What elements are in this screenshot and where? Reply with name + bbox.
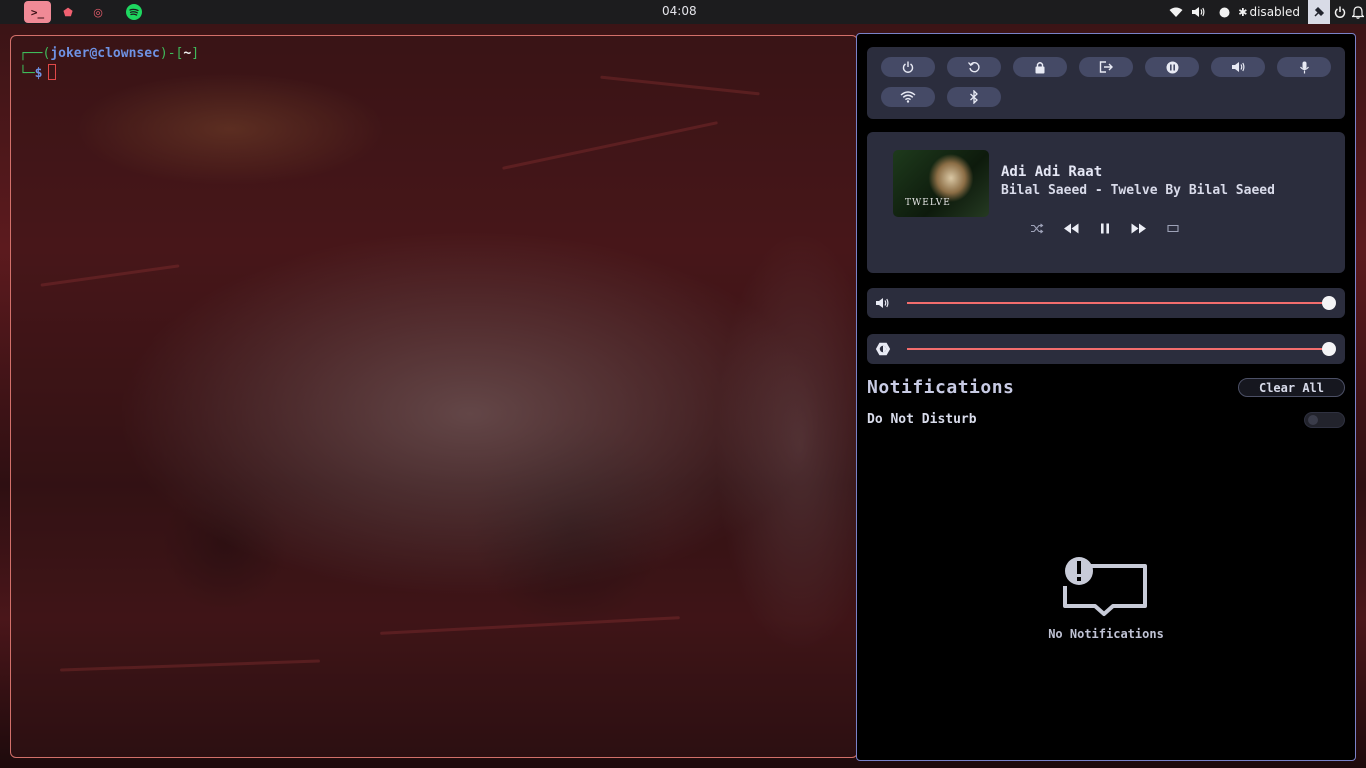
brightness-slider-fill	[907, 348, 1329, 350]
next-button[interactable]	[1129, 220, 1149, 236]
bluetooth-status[interactable]: ✱ disabled	[1238, 5, 1300, 19]
repeat-button[interactable]	[1163, 220, 1183, 236]
terminal-input-line[interactable]: └─$	[19, 64, 57, 81]
pause-icon	[1101, 223, 1109, 233]
reboot-icon	[968, 62, 980, 73]
pause-circle-icon	[1166, 61, 1178, 73]
repeat-icon	[1167, 224, 1179, 232]
logout-button[interactable]	[1079, 57, 1133, 77]
control-center-panel: TWELVE Adi Adi Raat Bilal Saeed - Twelve…	[856, 33, 1356, 761]
volume-slider-card	[867, 288, 1345, 318]
brightness-slider-handle[interactable]	[1322, 342, 1336, 356]
spotify-app-icon[interactable]	[121, 2, 147, 22]
microphone-button[interactable]	[1277, 57, 1331, 77]
do-not-disturb-toggle[interactable]	[1304, 412, 1345, 428]
vivaldi-app-icon[interactable]: ⬟	[55, 2, 81, 22]
song-artist: Bilal Saeed - Twelve By Bilal Saeed	[1001, 183, 1275, 198]
brightness-slider-card	[867, 334, 1345, 364]
terminal-app-icon[interactable]: >_	[24, 1, 51, 23]
top-bar: >_ ⬟ ◎ 04:08 ✱ disabled	[0, 0, 1366, 24]
caffeine-icon[interactable]	[1308, 0, 1330, 24]
red-app-icon[interactable]: ◎	[85, 2, 111, 22]
brightness-slider[interactable]	[907, 342, 1336, 356]
volume-slider-fill	[907, 302, 1329, 304]
volume-icon	[875, 295, 891, 311]
volume-slider-handle[interactable]	[1322, 296, 1336, 310]
notifications-title: Notifications	[867, 377, 1015, 398]
clear-all-button[interactable]: Clear All	[1238, 378, 1345, 397]
prompt-line2: └─	[19, 66, 35, 81]
brightness-icon	[875, 341, 891, 357]
no-notifications-text: No Notifications	[1048, 627, 1164, 641]
volume-icon	[1232, 62, 1245, 72]
terminal-prompt-line: ┌──(joker@clownsec)-[~]	[19, 46, 199, 61]
terminal-cursor	[48, 64, 57, 80]
bluetooth-icon	[970, 90, 978, 104]
previous-icon	[1064, 223, 1079, 233]
media-player: TWELVE Adi Adi Raat Bilal Saeed - Twelve…	[867, 132, 1345, 273]
wifi-icon	[900, 91, 916, 103]
next-icon	[1131, 223, 1146, 233]
clock[interactable]: 04:08	[662, 4, 697, 18]
do-not-disturb-label: Do Not Disturb	[867, 412, 977, 427]
audio-button[interactable]	[1211, 57, 1265, 77]
record-icon[interactable]	[1214, 0, 1234, 24]
logout-icon	[1099, 61, 1113, 73]
power-icon	[902, 61, 914, 73]
suspend-button[interactable]	[1145, 57, 1199, 77]
prompt-user-host: joker@clownsec	[50, 46, 160, 61]
prompt-mid: )-[	[159, 46, 184, 61]
bluetooth-icon: ✱	[1238, 5, 1248, 19]
pause-button[interactable]	[1095, 220, 1115, 236]
terminal-window[interactable]: ┌──(joker@clownsec)-[~] └─$	[10, 35, 858, 758]
microphone-icon	[1299, 61, 1309, 73]
volume-slider[interactable]	[907, 296, 1336, 310]
wifi-icon[interactable]	[1166, 0, 1186, 24]
shuffle-button[interactable]	[1027, 220, 1047, 236]
album-cover-text: TWELVE	[905, 198, 951, 208]
toggle-knob	[1308, 415, 1318, 425]
lock-button[interactable]	[1013, 57, 1067, 77]
lock-icon	[1035, 61, 1045, 73]
notification-bell-icon[interactable]	[1350, 0, 1366, 24]
reboot-button[interactable]	[947, 57, 1001, 77]
prompt-open: ┌──(	[19, 46, 51, 61]
prompt-close: ]	[191, 46, 200, 61]
bluetooth-button[interactable]	[947, 87, 1001, 107]
power-button[interactable]	[881, 57, 935, 77]
no-notifications-icon	[1063, 557, 1147, 616]
power-icon[interactable]	[1332, 0, 1348, 24]
shuffle-icon	[1031, 223, 1044, 233]
quick-settings	[867, 47, 1345, 119]
volume-icon[interactable]	[1188, 0, 1208, 24]
song-title: Adi Adi Raat	[1001, 164, 1103, 180]
bluetooth-status-label: disabled	[1249, 5, 1300, 19]
previous-button[interactable]	[1061, 220, 1081, 236]
prompt-dollar: $	[34, 66, 43, 81]
album-cover: TWELVE	[893, 150, 989, 217]
wifi-button[interactable]	[881, 87, 935, 107]
